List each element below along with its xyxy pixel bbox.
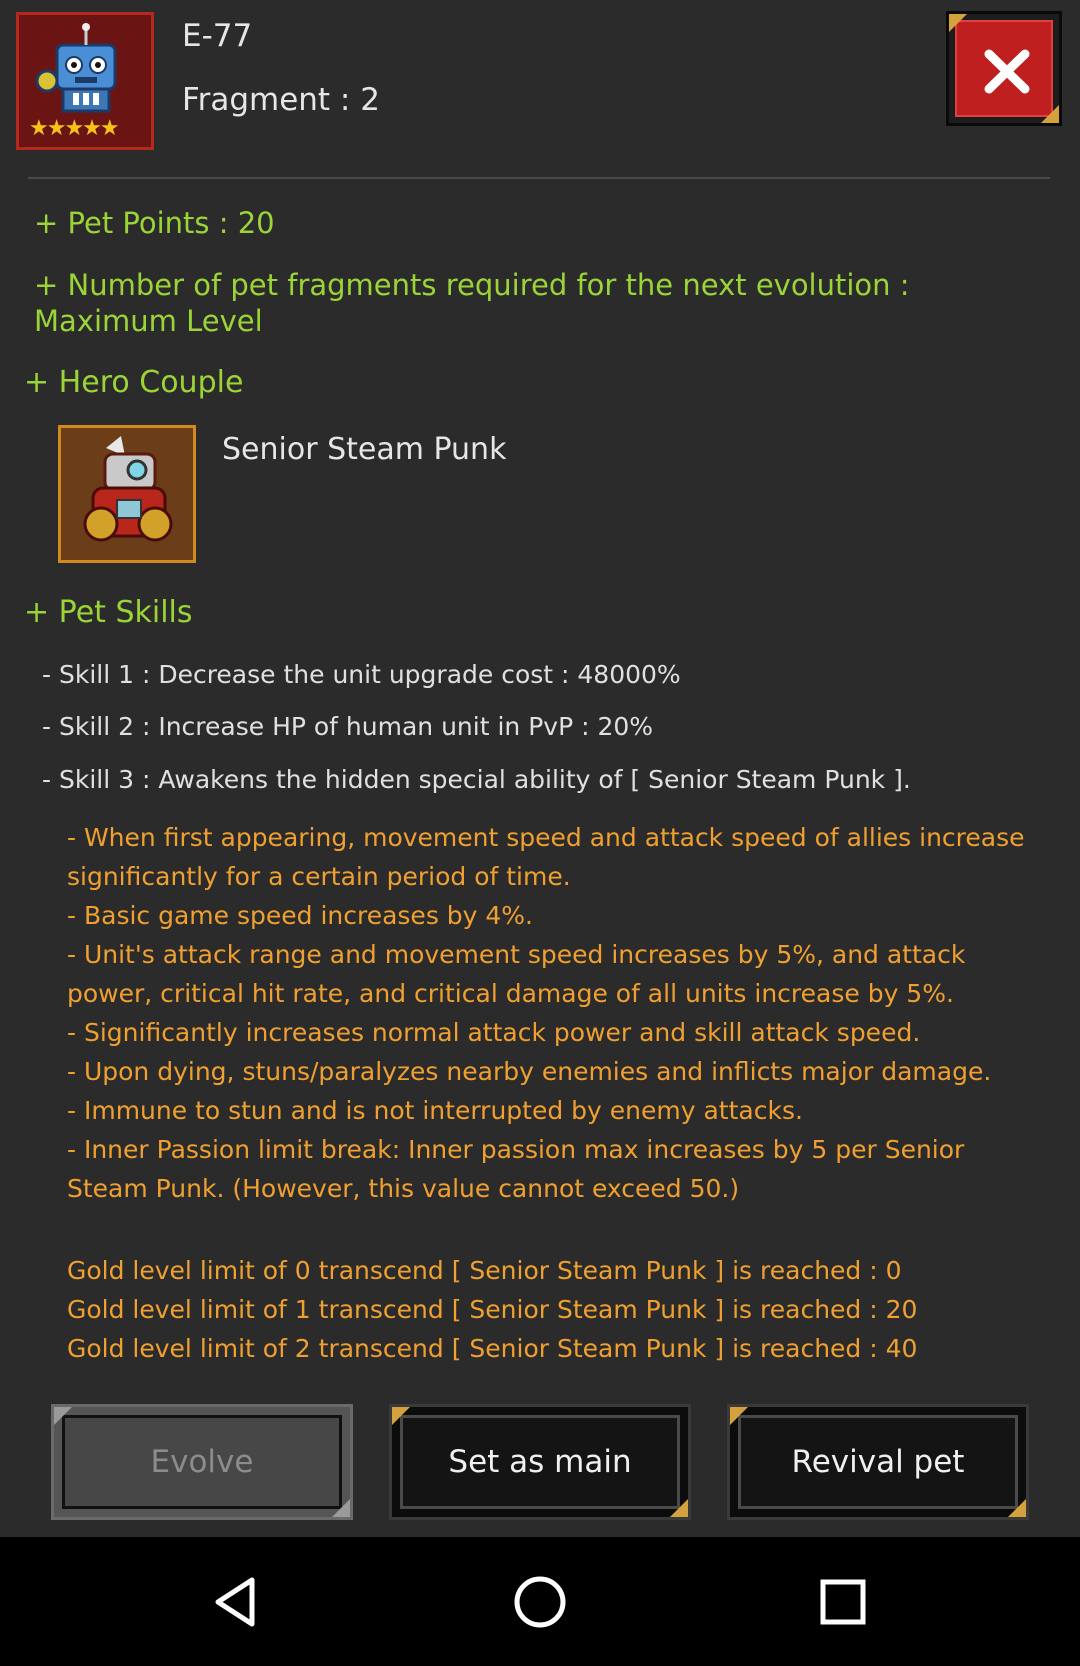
detail-line: - When first appearing, movement speed a… xyxy=(67,823,1025,852)
skill-3-details: - When first appearing, movement speed a… xyxy=(67,818,1067,1208)
steam-punk-hero-icon xyxy=(61,428,193,560)
hero-couple-portrait xyxy=(58,425,196,563)
fragments-required-value: Maximum Level xyxy=(34,304,263,338)
detail-line: - Upon dying, stuns/paralyzes nearby ene… xyxy=(67,1057,992,1086)
gold-corner-decoration xyxy=(392,1407,410,1425)
recents-button[interactable] xyxy=(783,1537,903,1666)
detail-line: - Inner Passion limit break: Inner passi… xyxy=(67,1135,965,1164)
fragments-required-label: + Number of pet fragments required for t… xyxy=(34,268,910,302)
gold-limit-line: Gold level limit of 1 transcend [ Senior… xyxy=(67,1295,918,1324)
pet-portrait: ★★★★★ xyxy=(16,12,154,150)
skill-3: - Skill 3 : Awakens the hidden special a… xyxy=(42,765,911,794)
corner-decoration xyxy=(54,1407,72,1425)
set-as-main-label: Set as main xyxy=(400,1415,680,1509)
gold-corner-decoration xyxy=(730,1407,748,1425)
pet-points: + Pet Points : 20 xyxy=(34,206,275,240)
pet-info-panel: ★★★★★ E-77 Fragment : 2 + Pet Points : 2… xyxy=(0,0,1080,1537)
pet-fragment-count: Fragment : 2 xyxy=(182,82,380,118)
hero-couple-heading: + Hero Couple xyxy=(24,365,244,400)
skill-2: - Skill 2 : Increase HP of human unit in… xyxy=(42,712,654,741)
close-button[interactable] xyxy=(946,11,1062,126)
detail-line: Steam Punk. (However, this value cannot … xyxy=(67,1174,740,1203)
revival-pet-label: Revival pet xyxy=(738,1415,1018,1509)
detail-line: - Significantly increases normal attack … xyxy=(67,1018,921,1047)
detail-line: power, critical hit rate, and critical d… xyxy=(67,979,954,1008)
back-icon xyxy=(215,1577,255,1626)
gold-corner-decoration xyxy=(670,1499,688,1517)
gold-level-limits: Gold level limit of 0 transcend [ Senior… xyxy=(67,1251,1067,1368)
system-navigation-bar xyxy=(0,1537,1080,1666)
skill-1: - Skill 1 : Decrease the unit upgrade co… xyxy=(42,660,681,689)
detail-line: - Unit's attack range and movement speed… xyxy=(67,940,966,969)
gold-limit-line: Gold level limit of 0 transcend [ Senior… xyxy=(67,1256,902,1285)
header-divider xyxy=(28,177,1050,179)
detail-line: - Basic game speed increases by 4%. xyxy=(67,901,534,930)
star-rating: ★★★★★ xyxy=(29,116,120,141)
gold-limit-line: Gold level limit of 2 transcend [ Senior… xyxy=(67,1334,918,1363)
back-button[interactable] xyxy=(176,1537,296,1666)
evolve-button[interactable]: Evolve xyxy=(51,1404,353,1520)
corner-decoration xyxy=(332,1499,350,1517)
recents-icon xyxy=(820,1579,866,1624)
gold-corner-decoration xyxy=(1008,1499,1026,1517)
gold-corner-decoration xyxy=(949,14,967,32)
set-as-main-button[interactable]: Set as main xyxy=(389,1404,691,1520)
pet-skills-heading: + Pet Skills xyxy=(24,595,193,630)
detail-line: significantly for a certain period of ti… xyxy=(67,862,571,891)
detail-line: - Immune to stun and is not interrupted … xyxy=(67,1096,803,1125)
pet-name: E-77 xyxy=(182,18,253,54)
home-icon xyxy=(514,1576,566,1627)
hero-couple-name: Senior Steam Punk xyxy=(222,432,507,467)
home-button[interactable] xyxy=(480,1537,600,1666)
revival-pet-button[interactable]: Revival pet xyxy=(727,1404,1029,1520)
gold-corner-decoration xyxy=(1041,105,1059,123)
evolve-button-label: Evolve xyxy=(62,1415,342,1509)
